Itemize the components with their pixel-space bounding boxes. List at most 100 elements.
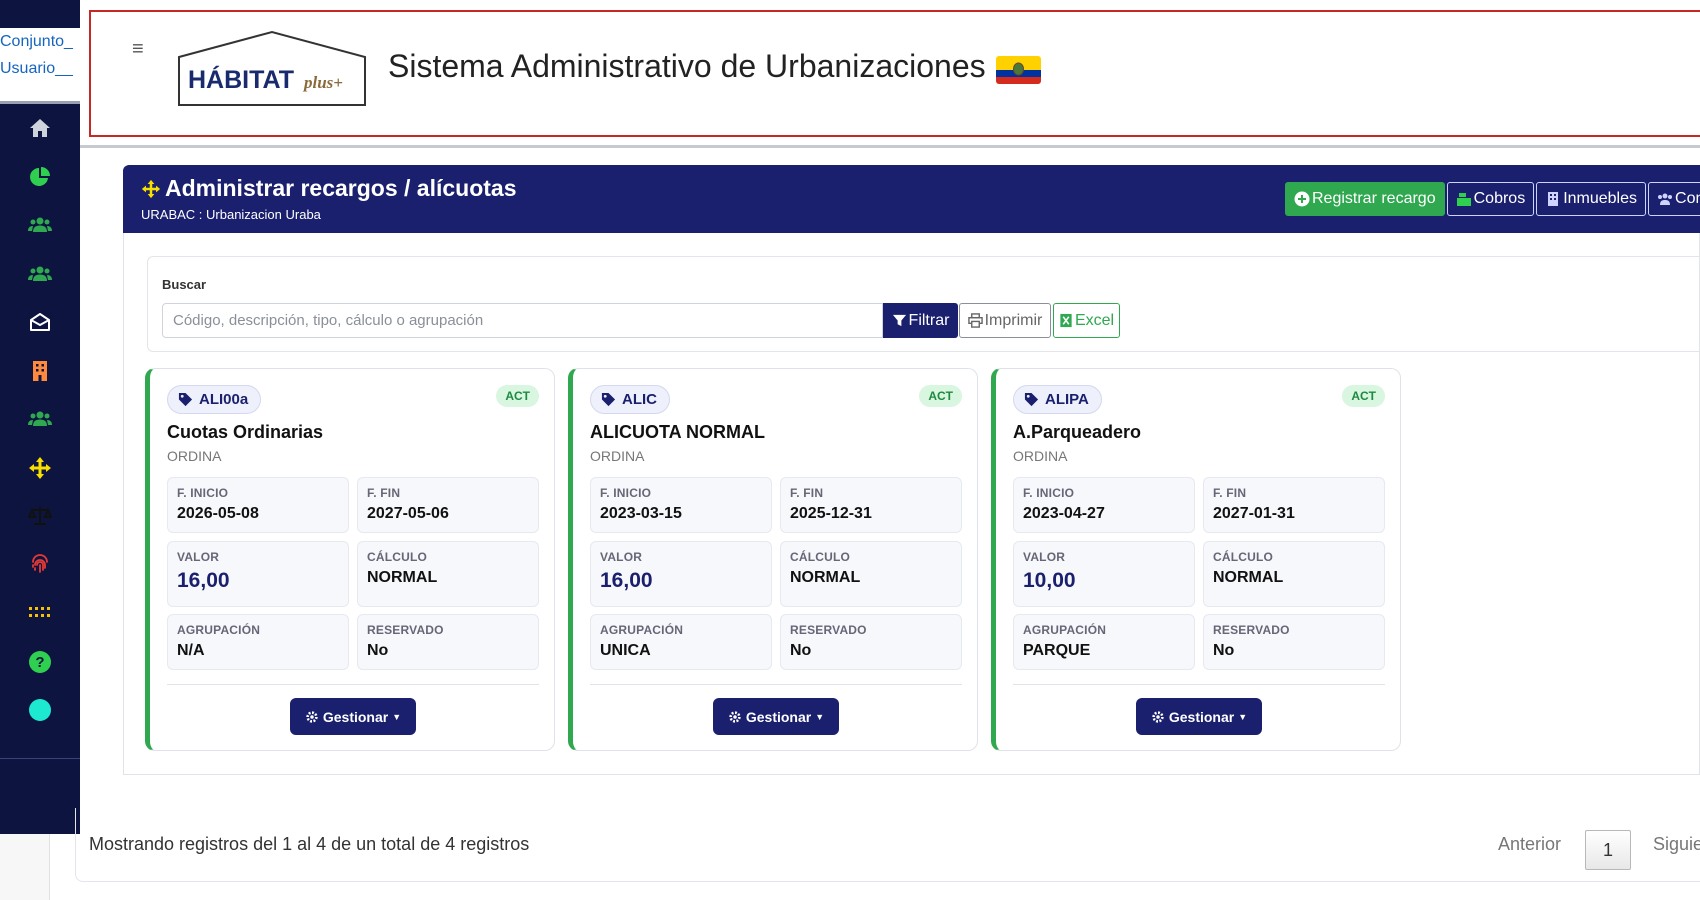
arrows-move-icon <box>29 456 51 479</box>
pie-chart-icon <box>30 166 50 186</box>
surcharge-card: ALI00a ACT Cuotas Ordinarias ORDINA F. INICI… <box>145 368 555 751</box>
reserved-field: RESERVADO No <box>780 614 962 670</box>
sidebar-item-apps[interactable] <box>0 589 80 638</box>
help-icon: ? <box>29 650 51 673</box>
reserved-field: RESERVADO No <box>1203 614 1385 670</box>
value-field: VALOR 16,00 <box>590 541 772 607</box>
end-date-field: F. FIN 2027-01-31 <box>1203 477 1385 533</box>
card-title: Cuotas Ordinarias <box>167 422 324 442</box>
value-field: VALOR 16,00 <box>167 541 349 607</box>
start-date-field: F. INICIO 2023-04-27 <box>1013 477 1195 533</box>
grouping-field: AGRUPACIÓN N/A <box>167 614 349 670</box>
pagination-page[interactable]: 1 <box>1585 830 1631 870</box>
sidebar-item-users[interactable] <box>0 201 80 250</box>
properties-button[interactable]: Inmuebles <box>1536 182 1647 216</box>
gear-icon <box>306 710 318 723</box>
sidebar-item-balance[interactable] <box>0 492 80 541</box>
grouping-field: AGRUPACIÓN PARQUE <box>1013 614 1195 670</box>
svg-text:?: ? <box>35 654 44 671</box>
panel-title: Administrar recargos / alícuotas <box>165 175 517 201</box>
card-title: ALICUOTA NORMAL <box>590 422 765 442</box>
sidebar-item-stats[interactable] <box>0 153 80 202</box>
sidebar-item-owners[interactable] <box>0 395 80 444</box>
excel-button[interactable]: Excel <box>1053 303 1120 338</box>
plus-circle-icon <box>1294 191 1310 207</box>
search-input[interactable] <box>162 303 883 338</box>
charges-button[interactable]: Cobros <box>1446 182 1535 216</box>
sidebar-nav: ? <box>0 104 80 735</box>
card-divider <box>590 684 962 685</box>
register-surcharge-button[interactable]: Registrar recargo <box>1285 182 1445 216</box>
card-divider <box>1013 684 1385 685</box>
manage-button[interactable]: Gestionar ▼ <box>290 698 416 735</box>
gear-icon <box>729 710 741 723</box>
value-field: VALOR 10,00 <box>1013 541 1195 607</box>
calculation-field: CÁLCULO NORMAL <box>780 541 962 607</box>
users-icon <box>1658 193 1673 205</box>
envelope-open-icon <box>30 313 50 332</box>
card-divider <box>167 684 539 685</box>
arrows-move-icon <box>141 179 161 198</box>
tag-icon <box>601 392 616 407</box>
owners-button[interactable]: Condo <box>1648 182 1700 216</box>
search-label: Buscar <box>162 277 207 292</box>
records-info: Mostrando registros del 1 al 4 de un tot… <box>89 834 530 854</box>
filter-icon <box>892 314 906 327</box>
users-icon <box>28 217 52 233</box>
pagination-previous[interactable]: Anterior <box>1498 834 1561 855</box>
end-date-field: F. FIN 2027-05-06 <box>357 477 539 533</box>
tag-icon <box>1024 392 1039 407</box>
status-badge: ACT <box>919 385 962 407</box>
start-date-field: F. INICIO 2023-03-15 <box>590 477 772 533</box>
sidebar-item-help[interactable]: ? <box>0 638 80 687</box>
reserved-field: RESERVADO No <box>357 614 539 670</box>
circle-icon <box>29 699 51 722</box>
users-group-icon <box>28 266 52 281</box>
sidebar-divider <box>0 758 80 759</box>
tag-icon <box>178 392 193 407</box>
chevron-down-icon: ▼ <box>1238 711 1248 722</box>
hamburger-icon[interactable]: ≡ <box>132 38 148 61</box>
building-icon <box>33 360 47 381</box>
conjunto-link[interactable]: Conjunto_ <box>0 28 80 55</box>
sidebar-item-groups[interactable] <box>0 250 80 299</box>
status-badge: ACT <box>1342 385 1385 407</box>
sidebar-user-box: Conjunto_ Usuario__ <box>0 28 80 104</box>
bottom-gutter <box>0 834 50 900</box>
start-date-field: F. INICIO 2026-05-08 <box>167 477 349 533</box>
grouping-field: AGRUPACIÓN UNICA <box>590 614 772 670</box>
pagination-next[interactable]: Siguie <box>1653 834 1700 855</box>
calculation-field: CÁLCULO NORMAL <box>1203 541 1385 607</box>
filter-button[interactable]: Filtrar <box>883 303 958 338</box>
sidebar-item-surcharges[interactable] <box>0 444 80 493</box>
sidebar-item-access[interactable] <box>0 541 80 590</box>
card-type: ORDINA <box>167 448 222 464</box>
panel-header: Administrar recargos / alícuotas URABAC … <box>123 165 1700 233</box>
gear-icon <box>1152 710 1164 723</box>
scale-icon <box>28 507 52 526</box>
fingerprint-icon <box>32 553 48 573</box>
sidebar-item-messages[interactable] <box>0 298 80 347</box>
chevron-down-icon: ▼ <box>392 711 402 722</box>
sidebar-item-properties[interactable] <box>0 347 80 396</box>
surcharge-card: ALIC ACT ALICUOTA NORMAL ORDINA F. INICIO 202… <box>568 368 978 751</box>
printer-icon <box>967 313 983 328</box>
card-type: ORDINA <box>1013 448 1068 464</box>
home-icon <box>30 119 50 138</box>
manage-button[interactable]: Gestionar ▼ <box>713 698 839 735</box>
users-alt-icon <box>28 411 52 427</box>
cash-register-icon <box>1456 193 1471 206</box>
sidebar-item-status[interactable] <box>0 686 80 735</box>
svg-text:plus+: plus+ <box>302 73 343 92</box>
sidebar-item-home[interactable] <box>0 104 80 153</box>
grid-dots-icon <box>29 607 50 618</box>
card-type: ORDINA <box>590 448 645 464</box>
usuario-link[interactable]: Usuario__ <box>0 55 80 82</box>
manage-button[interactable]: Gestionar ▼ <box>1136 698 1262 735</box>
code-badge: ALIPA <box>1013 385 1102 414</box>
print-button[interactable]: Imprimir <box>959 303 1051 338</box>
card-title: A.Parqueadero <box>1013 422 1142 442</box>
surcharge-card: ALIPA ACT A.Parqueadero ORDINA F. INICIO 2023… <box>991 368 1401 751</box>
excel-file-icon <box>1060 313 1072 328</box>
habitat-logo: HÁBITAT plus+ <box>178 30 366 106</box>
